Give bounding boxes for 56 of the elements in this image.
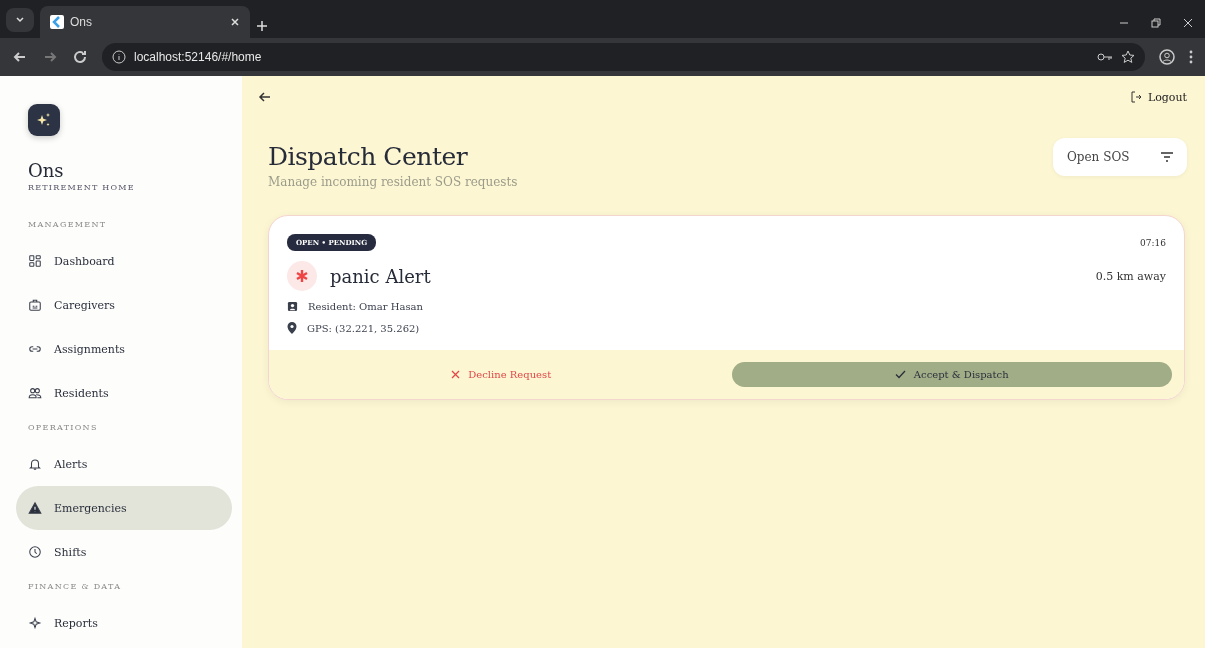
logout-button[interactable]: Logout bbox=[1129, 90, 1187, 104]
nav-item[interactable]: Residents bbox=[16, 371, 232, 415]
badge-icon bbox=[28, 298, 42, 312]
section-heading: MANAGEMENT bbox=[28, 220, 107, 229]
profile-icon[interactable] bbox=[1159, 49, 1175, 65]
contact-card-icon bbox=[287, 301, 298, 312]
back-arrow-icon[interactable] bbox=[258, 90, 272, 104]
request-time: 07:16 bbox=[1140, 237, 1166, 248]
menu-icon[interactable] bbox=[1189, 50, 1193, 64]
page-subtitle: Manage incoming resident SOS requests bbox=[268, 175, 518, 189]
chevron-down-icon bbox=[15, 15, 25, 25]
app-favicon-icon bbox=[50, 15, 64, 29]
browser-tab[interactable]: Ons bbox=[40, 6, 250, 38]
section-heading: OPERATIONS bbox=[28, 423, 98, 432]
app-subtitle: RETIREMENT HOME bbox=[28, 183, 136, 192]
key-icon[interactable] bbox=[1097, 51, 1113, 63]
page-title: Dispatch Center bbox=[268, 142, 469, 171]
section-heading: FINANCE & DATA bbox=[28, 582, 122, 591]
star-icon[interactable] bbox=[1121, 50, 1135, 64]
restore-icon[interactable] bbox=[1151, 18, 1161, 28]
nav-item[interactable]: Alerts bbox=[16, 442, 232, 486]
nav-item[interactable]: Shifts bbox=[16, 530, 232, 574]
logout-icon bbox=[1129, 91, 1142, 103]
tab-title: Ons bbox=[70, 15, 93, 29]
filter-icon bbox=[1161, 152, 1173, 162]
tab-list-button[interactable] bbox=[6, 8, 34, 32]
address-bar[interactable]: localhost:52146/#/home bbox=[102, 43, 1145, 71]
decline-button[interactable]: Decline Request bbox=[281, 362, 722, 387]
bell-icon bbox=[28, 457, 42, 471]
new-tab-icon[interactable] bbox=[256, 20, 268, 32]
sparkle-icon bbox=[28, 616, 42, 630]
close-icon[interactable] bbox=[1183, 18, 1193, 28]
app-name: Ons bbox=[28, 160, 65, 181]
close-icon bbox=[451, 370, 461, 379]
nav-item[interactable]: Reports bbox=[16, 601, 232, 645]
check-icon bbox=[894, 370, 906, 379]
nav-item[interactable]: Caregivers bbox=[16, 283, 232, 327]
asterisk-icon bbox=[287, 261, 317, 291]
grid-icon bbox=[28, 254, 42, 268]
clock-icon bbox=[28, 545, 42, 559]
alert-title: panic Alert bbox=[330, 265, 431, 287]
nav-item[interactable]: Assignments bbox=[16, 327, 232, 371]
nav-item[interactable]: Dashboard bbox=[16, 239, 232, 283]
people-icon bbox=[28, 386, 42, 400]
close-icon[interactable] bbox=[230, 17, 240, 27]
warning-icon bbox=[28, 501, 42, 515]
location-pin-icon bbox=[287, 322, 297, 334]
reload-icon[interactable] bbox=[72, 49, 88, 65]
distance-text: 0.5 km away bbox=[1095, 269, 1166, 283]
filter-dropdown[interactable]: Open SOS bbox=[1053, 138, 1187, 176]
resident-name: Resident: Omar Hasan bbox=[308, 301, 423, 312]
sparkle-icon bbox=[36, 112, 52, 128]
nav-item[interactable]: Emergencies bbox=[16, 486, 232, 530]
accept-button[interactable]: Accept & Dispatch bbox=[731, 362, 1172, 387]
gps-coordinates: GPS: (32.221, 35.262) bbox=[307, 322, 420, 334]
info-icon bbox=[112, 50, 126, 64]
